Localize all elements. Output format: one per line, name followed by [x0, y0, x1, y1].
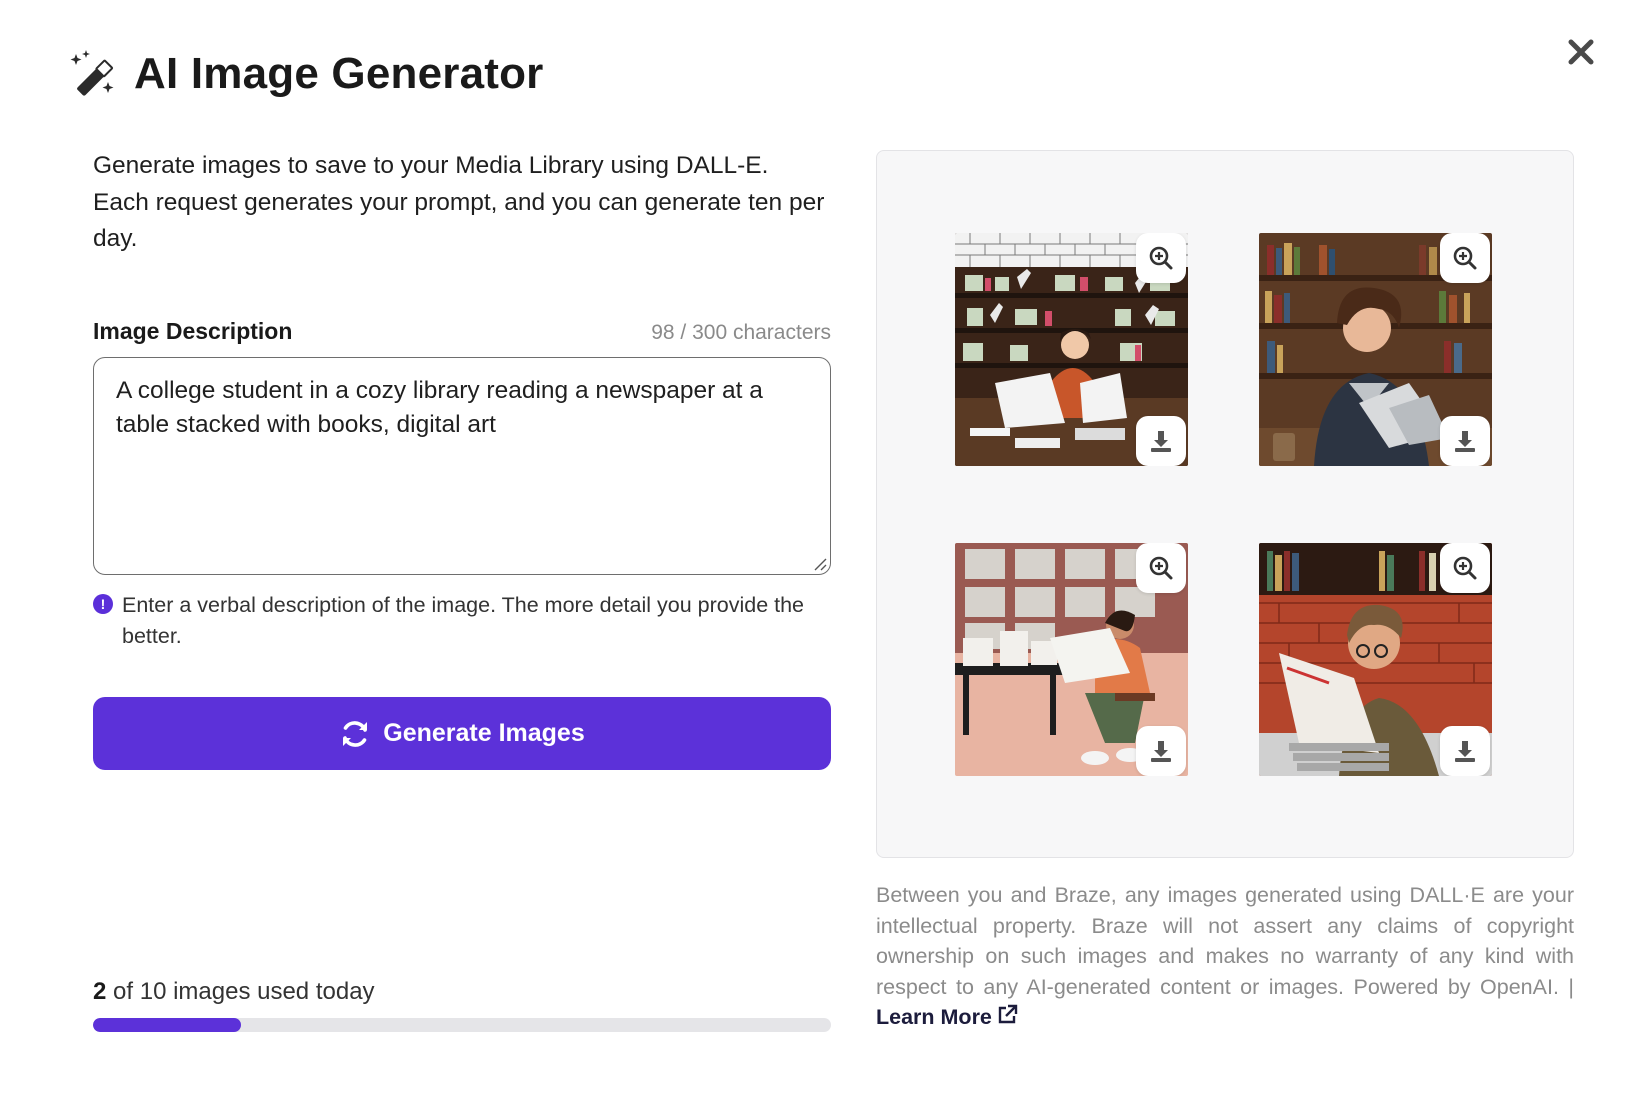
dialog-title: AI Image Generator — [134, 49, 544, 98]
refresh-icon — [343, 720, 368, 747]
close-button[interactable] — [1563, 34, 1599, 70]
generated-image-1[interactable] — [955, 233, 1188, 466]
generated-image-4[interactable] — [1259, 543, 1492, 776]
generate-button-label: Generate Images — [383, 719, 585, 747]
usage-count: 2 — [93, 978, 107, 1005]
magic-wand-icon — [70, 50, 114, 96]
disclaimer: Between you and Braze, any images genera… — [876, 880, 1574, 1033]
zoom-in-icon — [1149, 556, 1173, 580]
download-icon — [1455, 431, 1475, 452]
image-gallery — [876, 150, 1574, 858]
image-description-textarea[interactable]: A college student in a cozy library read… — [93, 357, 831, 575]
zoom-in-icon — [1453, 556, 1477, 580]
usage-label: of 10 images used today — [113, 978, 375, 1005]
zoom-button[interactable] — [1440, 543, 1490, 593]
download-icon — [1455, 741, 1475, 762]
intro-text: Generate images to save to your Media Li… — [93, 152, 825, 252]
learn-more-label: Learn More — [876, 1005, 992, 1029]
learn-more-link[interactable]: Learn More — [876, 1004, 1018, 1029]
textarea-value: A college student in a cozy library read… — [116, 377, 763, 438]
generated-image-2[interactable] — [1259, 233, 1492, 466]
external-link-icon — [998, 1004, 1018, 1024]
download-button[interactable] — [1440, 726, 1490, 776]
field-hint: ! Enter a verbal description of the imag… — [93, 590, 831, 651]
field-label: Image Description — [93, 318, 293, 344]
dialog-header: AI Image Generator — [68, 48, 544, 100]
intro-section: Generate images to save to your Media Li… — [93, 148, 831, 258]
field-header: Image Description 98 / 300 characters — [93, 318, 831, 345]
download-button[interactable] — [1136, 726, 1186, 776]
zoom-in-icon — [1149, 246, 1173, 270]
zoom-in-icon — [1453, 246, 1477, 270]
download-icon — [1151, 741, 1171, 762]
zoom-button[interactable] — [1136, 233, 1186, 283]
download-button[interactable] — [1440, 416, 1490, 466]
generate-images-button[interactable]: Generate Images — [93, 697, 831, 770]
hint-text: Enter a verbal description of the image.… — [122, 593, 805, 648]
download-icon — [1151, 431, 1171, 452]
character-counter: 98 / 300 characters — [651, 321, 831, 344]
generated-image-3[interactable] — [955, 543, 1188, 776]
usage-text: 2 of 10 images used today — [93, 978, 375, 1006]
close-icon — [1568, 39, 1594, 65]
resize-handle-icon[interactable] — [813, 557, 827, 571]
zoom-button[interactable] — [1136, 543, 1186, 593]
usage-progress-fill — [93, 1018, 241, 1032]
zoom-button[interactable] — [1440, 233, 1490, 283]
info-icon: ! — [93, 594, 113, 614]
download-button[interactable] — [1136, 416, 1186, 466]
disclaimer-text: Between you and Braze, any images genera… — [876, 883, 1574, 999]
usage-progress-bar — [93, 1018, 831, 1032]
